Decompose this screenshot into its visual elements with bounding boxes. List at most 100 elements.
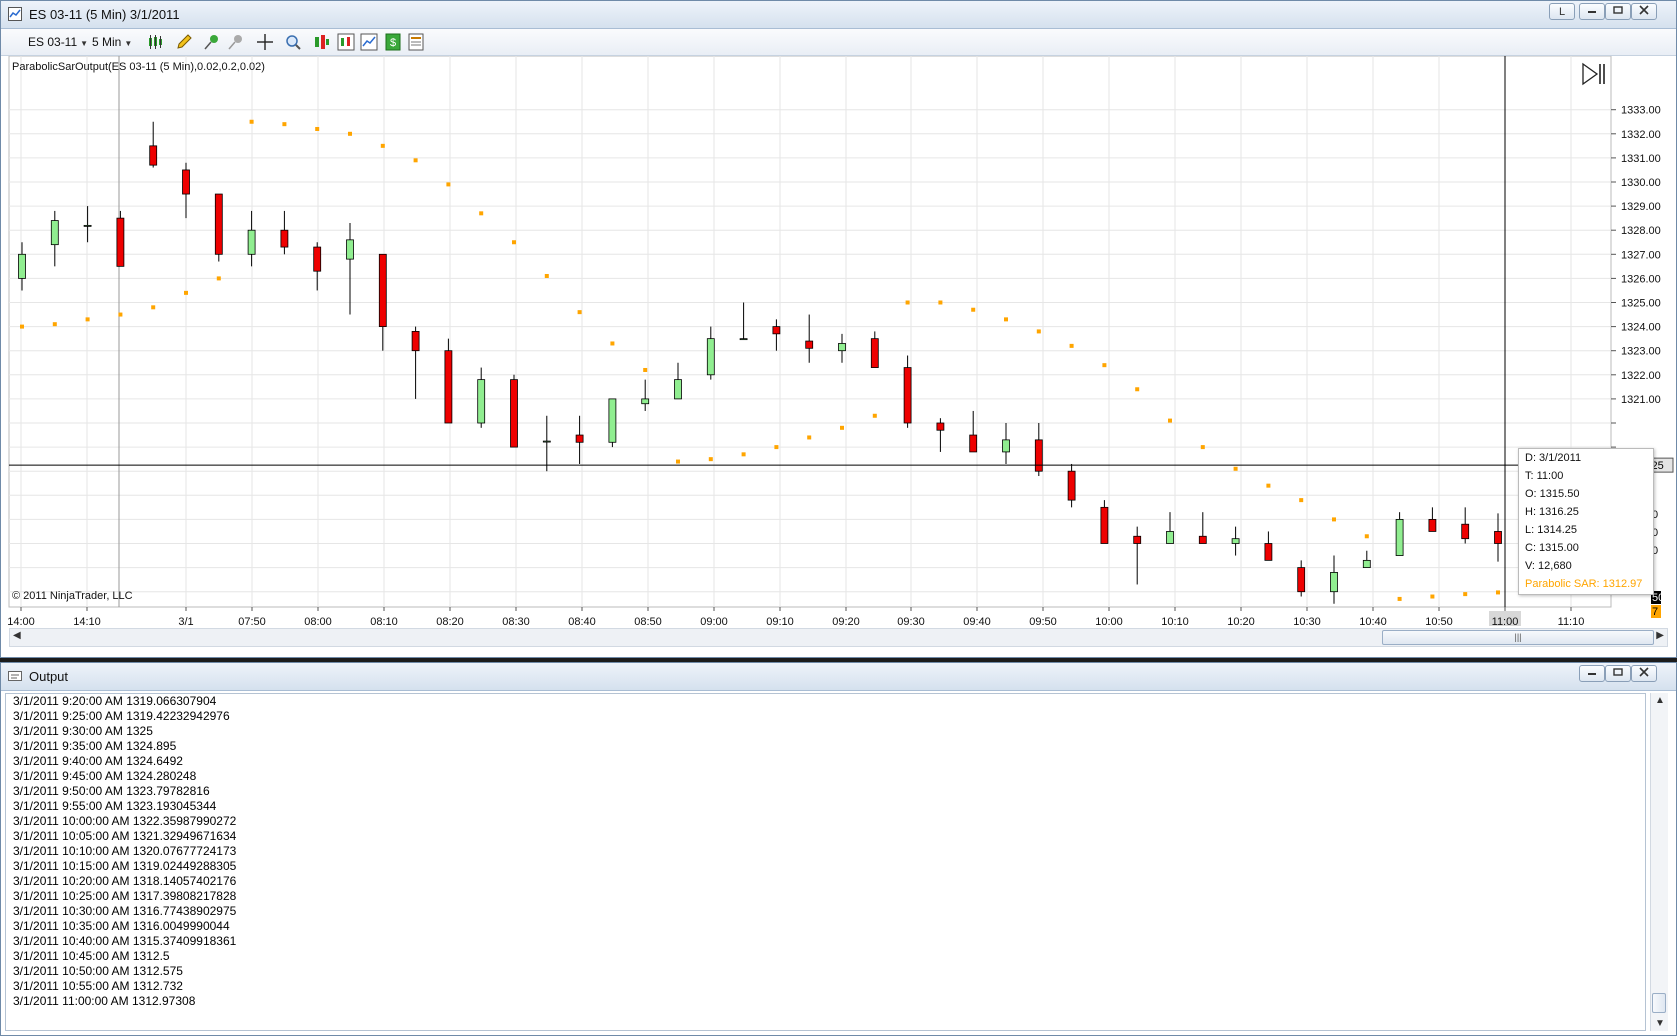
zoom-magnifier-icon[interactable] bbox=[284, 33, 302, 51]
sar-dot bbox=[1200, 445, 1205, 450]
candle-body-up bbox=[1395, 518, 1404, 556]
scroll-thumb[interactable]: ||| bbox=[1382, 630, 1654, 645]
y-partial-label: 7 bbox=[1652, 606, 1658, 618]
x-tick-label: 08:50 bbox=[634, 616, 662, 626]
close-button[interactable] bbox=[1631, 3, 1657, 20]
sar-dot bbox=[1463, 592, 1468, 597]
candle-body-down bbox=[411, 331, 420, 352]
output-line: 3/1/2011 10:20:00 AM 1318.14057402176 bbox=[13, 874, 237, 888]
candle-body-down bbox=[969, 434, 978, 453]
sar-dot bbox=[85, 317, 90, 322]
output-line: 3/1/2011 10:35:00 AM 1316.0049990044 bbox=[13, 919, 230, 933]
candle-body-up bbox=[641, 398, 650, 405]
output-line: 3/1/2011 11:00:00 AM 1312.97308 bbox=[13, 994, 196, 1008]
tooltip-volume: V: 12,680 bbox=[1525, 560, 1572, 572]
y-tick-label: 1323.00 bbox=[1621, 346, 1661, 358]
sar-dot bbox=[1299, 498, 1304, 503]
output-text-area[interactable]: 3/1/2011 9:20:00 AM 1319.066307904 3/1/20… bbox=[5, 693, 1646, 1031]
scroll-right-arrow-icon[interactable]: ▶ bbox=[1656, 630, 1664, 641]
x-tick-label: 09:10 bbox=[766, 616, 794, 626]
chart-toolbar: ES 03-11 ▼ 5 Min ▼ $ bbox=[1, 29, 1676, 56]
bar-spacing-icon[interactable] bbox=[313, 33, 331, 51]
x-tick-label: 08:00 bbox=[304, 616, 332, 626]
restore-icon bbox=[1613, 6, 1623, 14]
scroll-left-arrow-icon[interactable]: ◀ bbox=[13, 630, 21, 641]
restore-icon bbox=[1613, 668, 1623, 676]
y-tick-label: 1329.00 bbox=[1621, 201, 1661, 213]
output-line: 3/1/2011 9:55:00 AM 1323.193045344 bbox=[13, 799, 217, 813]
sar-dot bbox=[807, 435, 812, 440]
candle-body-down bbox=[313, 246, 322, 272]
output-line: 3/1/2011 10:45:00 AM 1312.5 bbox=[13, 949, 170, 963]
sar-dot bbox=[1364, 534, 1369, 539]
output-scroll-thumb[interactable] bbox=[1652, 993, 1666, 1013]
tooltip-time: T: 11:00 bbox=[1525, 470, 1564, 482]
sar-dot bbox=[413, 158, 418, 163]
candle-body-down bbox=[182, 169, 190, 195]
candle bbox=[444, 338, 453, 424]
price-chart[interactable]: 1333.00 1332.00 1331.00 1330.00 1329.00 1328.… bbox=[1, 56, 1676, 626]
candle-body-up bbox=[1166, 531, 1174, 544]
x-tick-label: 10:50 bbox=[1425, 616, 1453, 626]
sar-dot bbox=[1397, 596, 1402, 601]
data-tooltip: D: 3/1/2011 T: 11:00 O: 1315.50 H: 1316.… bbox=[1518, 448, 1654, 595]
minimize-button[interactable] bbox=[1579, 3, 1605, 20]
scroll-down-arrow-icon[interactable]: ▼ bbox=[1655, 1018, 1665, 1029]
x-tick-label: 11:10 bbox=[1558, 616, 1585, 626]
pin-icon[interactable] bbox=[203, 33, 221, 51]
crosshair-icon[interactable] bbox=[256, 33, 274, 51]
instrument-selector[interactable]: ES 03-11 ▼ bbox=[28, 33, 88, 51]
y-tick-label: 1332.00 bbox=[1621, 129, 1661, 141]
output-vertical-scrollbar[interactable]: ▲ ▼ bbox=[1650, 693, 1668, 1031]
output-close-button[interactable] bbox=[1631, 665, 1657, 682]
candle-body-down bbox=[149, 145, 158, 166]
sar-dot bbox=[348, 131, 352, 136]
candle-body-up bbox=[83, 224, 92, 227]
indicators-icon[interactable] bbox=[337, 33, 355, 51]
sar-dot bbox=[577, 310, 582, 315]
y-tick-label: 1330.00 bbox=[1621, 177, 1661, 189]
sar-dot bbox=[676, 459, 680, 464]
output-minimize-button[interactable] bbox=[1579, 665, 1605, 682]
output-line: 3/1/2011 10:15:00 AM 1319.02449288305 bbox=[13, 859, 237, 873]
output-restore-button[interactable] bbox=[1605, 665, 1631, 682]
chart-horizontal-scrollbar[interactable]: ◀ ||| ▶ bbox=[9, 628, 1668, 647]
candle-body-down bbox=[772, 326, 781, 335]
minimize-icon bbox=[1588, 673, 1596, 675]
candle-body-up bbox=[674, 379, 682, 400]
output-line: 3/1/2011 10:30:00 AM 1316.77438902975 bbox=[13, 904, 237, 918]
candle-body-down bbox=[214, 193, 223, 255]
sar-dot bbox=[840, 425, 844, 430]
x-tick-label: 10:20 bbox=[1227, 616, 1255, 626]
chevron-down-icon: ▼ bbox=[80, 39, 89, 48]
chart-properties-icon[interactable] bbox=[360, 33, 378, 51]
output-line: 3/1/2011 10:55:00 AM 1312.732 bbox=[13, 979, 183, 993]
candle bbox=[116, 210, 125, 267]
y-tick-label: 1321.00 bbox=[1621, 394, 1661, 406]
x-tick-label: 08:40 bbox=[568, 616, 596, 626]
tooltip-date: D: 3/1/2011 bbox=[1525, 452, 1582, 464]
sar-dot bbox=[872, 413, 877, 418]
sar-dot bbox=[184, 290, 188, 295]
candlestick-style-icon[interactable] bbox=[147, 33, 165, 51]
pin-gray-icon[interactable] bbox=[227, 33, 245, 51]
output-title-bar[interactable]: Output bbox=[1, 663, 1676, 691]
data-box-icon[interactable] bbox=[407, 33, 425, 51]
interval-selector[interactable]: 5 Min ▼ bbox=[92, 33, 132, 51]
restore-button[interactable] bbox=[1605, 3, 1631, 20]
chart-title-bar[interactable]: ES 03-11 (5 Min) 3/1/2011 L bbox=[1, 1, 1676, 29]
candle-body-down bbox=[1100, 506, 1109, 544]
pencil-draw-icon[interactable] bbox=[175, 33, 193, 51]
output-line: 3/1/2011 9:45:00 AM 1324.280248 bbox=[13, 769, 197, 783]
candle bbox=[510, 374, 518, 448]
candle-body-down bbox=[903, 367, 912, 424]
y-tick-label: 1328.00 bbox=[1621, 225, 1661, 237]
scroll-up-arrow-icon[interactable]: ▲ bbox=[1655, 695, 1665, 706]
candle-body-down bbox=[280, 229, 289, 248]
candle-body-down bbox=[1297, 567, 1306, 593]
dollar-order-icon[interactable]: $ bbox=[384, 33, 402, 51]
x-tick-label: 09:20 bbox=[832, 616, 860, 626]
x-tick-label: 10:10 bbox=[1161, 616, 1189, 626]
candle-body-down bbox=[805, 340, 814, 349]
link-button[interactable]: L bbox=[1549, 3, 1575, 20]
